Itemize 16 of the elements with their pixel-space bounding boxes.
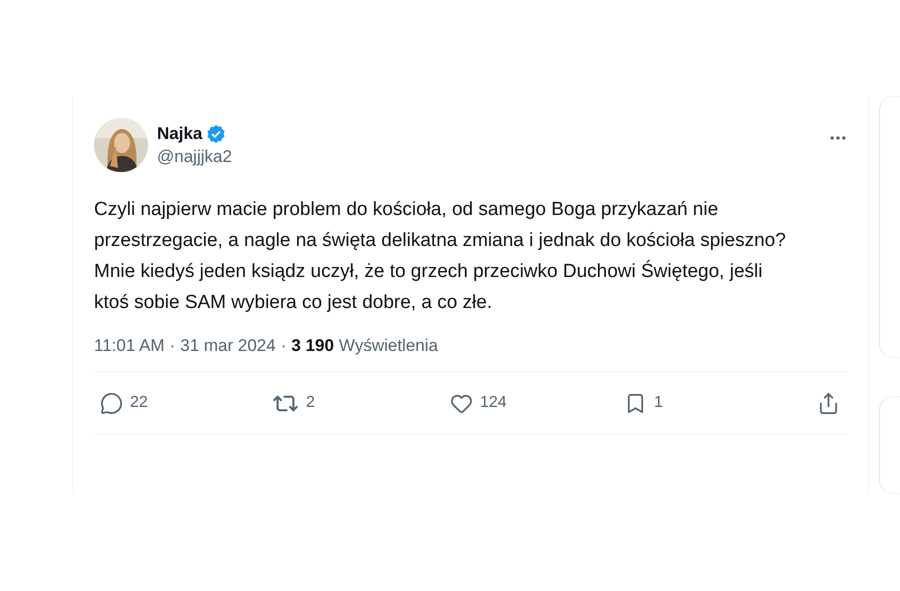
like-button[interactable]: 124 [450,392,507,414]
speech-bubble-icon [100,392,123,414]
views-label: Wyświetlenia [338,336,438,356]
author-name[interactable]: Najka [157,124,202,144]
views-count: 3 190 [291,336,334,356]
separator-dot: · [280,336,286,356]
bookmark-button[interactable]: 1 [624,392,663,414]
post-date[interactable]: 31 mar 2024 [180,336,276,356]
share-icon [817,392,840,414]
share-button[interactable] [817,392,840,414]
repost-button[interactable]: 2 [272,390,315,416]
separator-dot: · [170,336,176,356]
reply-button[interactable]: 22 [100,392,148,414]
post-time[interactable]: 11:01 AM [94,336,165,356]
tweet-text: Czyli najpierw macie problem do kościoła, od samego Boga przykazań nie przestrzegacie, a nagle na święta delikatna zmiana i jednak do kościoła spieszno? Mnie kiedyś jeden ksiądz uczył, że to grzech przeciwko Duchowi Świętego, jeśli ktoś sobie SAM wybiera co jest dobre, a co złe. [94,198,787,315]
author-handle[interactable]: @najjjka2 [157,147,819,167]
